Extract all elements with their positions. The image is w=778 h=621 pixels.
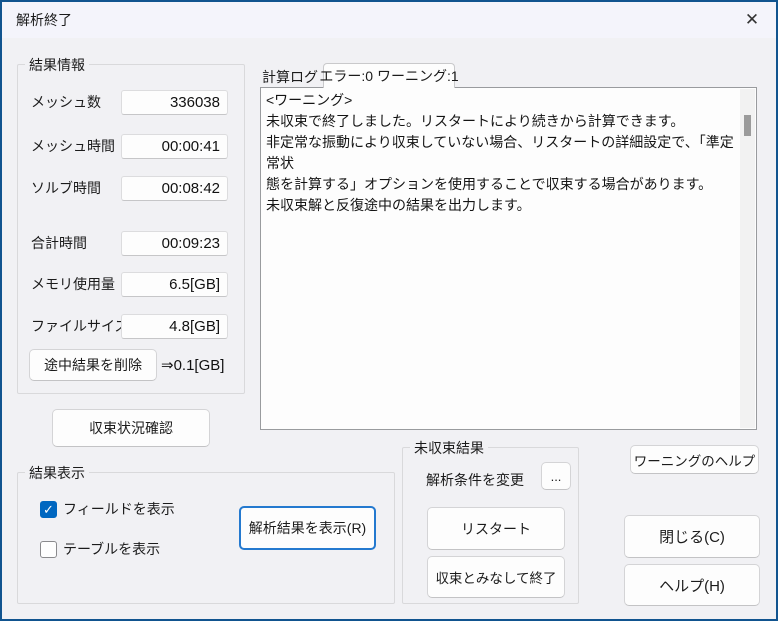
result-info-group-title: 結果情報: [25, 55, 89, 75]
convergence-status-button[interactable]: 収束状況確認: [52, 409, 210, 447]
close-dialog-button[interactable]: 閉じる(C): [624, 515, 760, 558]
delete-intermediate-results-button[interactable]: 途中結果を削除: [29, 349, 157, 381]
show-fields-row: フィールドを表示: [40, 499, 175, 519]
unconverged-group-title: 未収束結果: [410, 438, 488, 458]
file-size-value: 4.8[GB]: [121, 314, 228, 339]
show-table-label: テーブルを表示: [63, 539, 160, 559]
total-time-label: 合計時間: [31, 231, 87, 256]
result-display-group: 結果表示 フィールドを表示 テーブルを表示 解析結果を表示(R): [17, 472, 395, 604]
analysis-finished-dialog: 解析終了 ✕ 結果情報 メッシュ数 336038 メッシュ時間 00:00:41…: [0, 0, 778, 621]
window-title: 解析終了: [16, 10, 72, 30]
help-button[interactable]: ヘルプ(H): [624, 564, 760, 606]
mesh-time-value: 00:00:41: [121, 134, 228, 159]
show-table-checkbox[interactable]: [40, 541, 57, 558]
delete-size-note: ⇒0.1[GB]: [161, 356, 224, 374]
show-table-row: テーブルを表示: [40, 539, 160, 559]
show-fields-label: フィールドを表示: [63, 499, 175, 519]
result-info-group: 結果情報 メッシュ数 336038 メッシュ時間 00:00:41 ソルブ時間 …: [17, 64, 245, 394]
file-size-label: ファイルサイズ: [31, 314, 129, 339]
total-time-value: 00:09:23: [121, 231, 228, 256]
solve-time-label: ソルブ時間: [31, 176, 101, 201]
mesh-count-label: メッシュ数: [31, 90, 101, 115]
memory-usage-label: メモリ使用量: [31, 272, 115, 297]
title-bar: 解析終了 ✕: [2, 2, 776, 38]
log-scrollbar[interactable]: [740, 89, 755, 428]
show-fields-checkbox[interactable]: [40, 501, 57, 518]
memory-usage-value: 6.5[GB]: [121, 272, 228, 297]
log-scrollbar-thumb[interactable]: [744, 115, 751, 136]
finish-as-converged-button[interactable]: 収束とみなして終了: [427, 556, 565, 598]
mesh-count-value: 336038: [121, 90, 228, 115]
solve-time-value: 00:08:42: [121, 176, 228, 201]
mesh-time-label: メッシュ時間: [31, 134, 115, 159]
log-output-area[interactable]: <ワーニング> 未収束で終了しました。リスタートにより続きから計算できます。 非…: [260, 87, 757, 430]
warning-log-text: <ワーニング> 未収束で終了しました。リスタートにより続きから計算できます。 非…: [266, 90, 734, 216]
tab-error-warning[interactable]: エラー:0 ワーニング:1: [323, 63, 455, 88]
result-display-group-title: 結果表示: [25, 463, 89, 483]
show-analysis-result-button[interactable]: 解析結果を表示(R): [239, 506, 376, 550]
close-icon[interactable]: ✕: [738, 6, 766, 34]
restart-button[interactable]: リスタート: [427, 507, 565, 550]
browse-conditions-button[interactable]: ...: [541, 462, 571, 490]
change-condition-label: 解析条件を変更: [426, 470, 524, 490]
warning-help-button[interactable]: ワーニングのヘルプ: [630, 445, 759, 474]
unconverged-results-group: 未収束結果 解析条件を変更 ... リスタート 収束とみなして終了: [402, 447, 579, 604]
tab-calculation-log[interactable]: 計算ログ: [259, 66, 321, 87]
